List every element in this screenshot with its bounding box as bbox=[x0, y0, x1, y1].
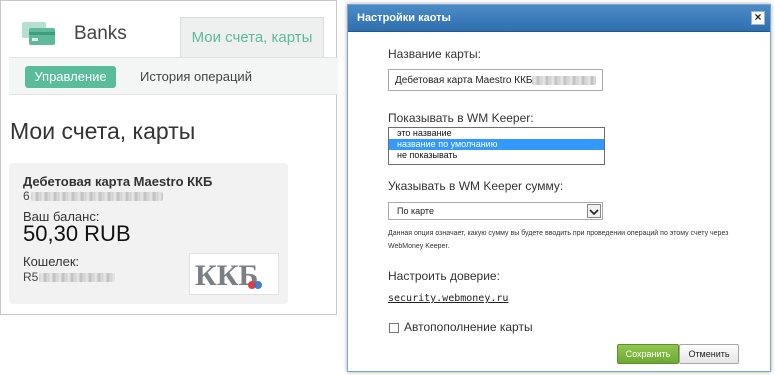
save-button[interactable]: Сохранить bbox=[617, 344, 679, 364]
card-title: Дебетовая карта Maestro ККБ bbox=[23, 174, 213, 189]
wallet-number-redaction bbox=[39, 273, 115, 282]
card-summary[interactable]: Дебетовая карта Maestro ККБ 6 Ваш баланс… bbox=[9, 163, 288, 304]
card-name-label: Название карты: bbox=[388, 47, 482, 61]
show-in-keeper-listbox[interactable]: это название название по умолчанию не по… bbox=[388, 127, 605, 165]
wallet-label: Кошелек: bbox=[23, 254, 80, 269]
close-icon[interactable]: × bbox=[751, 11, 765, 25]
sum-note: Данная опция означает, какую сумму вы бу… bbox=[388, 230, 729, 250]
card-name-redaction bbox=[532, 76, 596, 85]
wallet-number: R5 bbox=[23, 270, 39, 284]
card-number: 6 bbox=[23, 189, 30, 203]
trust-label: Настроить доверие: bbox=[388, 269, 500, 283]
listbox-option[interactable]: не показывать bbox=[389, 150, 604, 161]
dialog-title: Настройки каоты bbox=[357, 12, 451, 24]
balance-value: 50,30 RUB bbox=[23, 221, 131, 246]
kkb-bank-logo: ККБ bbox=[189, 253, 279, 295]
history-link[interactable]: История операций bbox=[140, 69, 252, 84]
subnav: Управление История операций bbox=[9, 57, 338, 95]
wallet-cards-icon bbox=[21, 21, 57, 47]
card-settings-dialog: Настройки каоты × Название карты: Показы… bbox=[347, 4, 771, 372]
listbox-option[interactable]: это название bbox=[389, 128, 604, 139]
tab-my-accounts[interactable]: Мои счета, карты bbox=[180, 17, 324, 57]
chevron-down-icon[interactable] bbox=[587, 204, 601, 218]
autorefill-checkbox[interactable] bbox=[389, 323, 399, 333]
dialog-titlebar[interactable]: Настройки каоты × bbox=[348, 5, 770, 32]
sum-select-value: По карте bbox=[397, 206, 434, 216]
autorefill-label[interactable]: Автопополнение карты bbox=[404, 320, 533, 334]
page-title: Мои счета, карты bbox=[10, 118, 196, 144]
cancel-button[interactable]: Отменить bbox=[679, 344, 739, 364]
banks-panel: Banks Мои счета, карты Управление Истори… bbox=[0, 0, 338, 315]
card-number-redaction bbox=[31, 192, 163, 201]
manage-button[interactable]: Управление bbox=[25, 66, 116, 88]
security-link[interactable]: security.webmoney.ru bbox=[388, 293, 508, 304]
listbox-option-selected[interactable]: название по умолчанию bbox=[389, 139, 604, 150]
sum-select[interactable]: По карте bbox=[388, 202, 603, 220]
brand-name: Banks bbox=[74, 23, 127, 44]
sum-in-keeper-label: Указывать в WM Keeper сумму: bbox=[388, 179, 564, 193]
brand: Banks bbox=[21, 19, 127, 49]
show-in-keeper-label: Показывать в WM Keeper: bbox=[388, 111, 534, 125]
